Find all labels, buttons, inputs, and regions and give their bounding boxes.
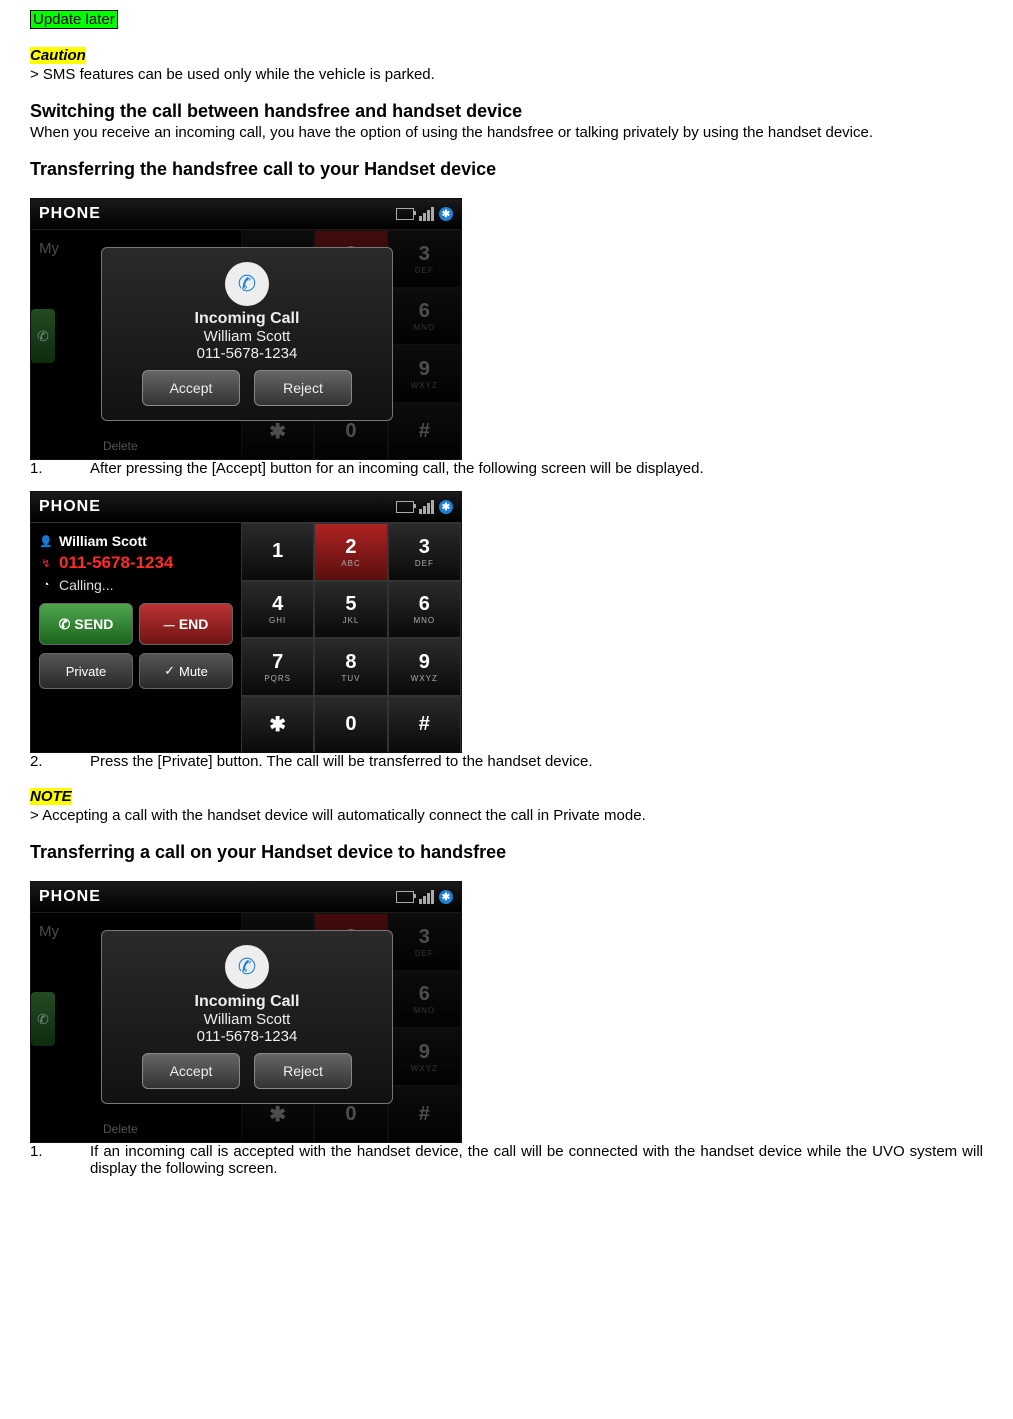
reject-button[interactable]: Reject [254, 1053, 352, 1089]
note-text: > Accepting a call with the handset devi… [30, 807, 983, 824]
keypad-key-6: 6MNO [388, 971, 461, 1029]
keypad-key-6: 6MNO [388, 288, 461, 346]
step-2-text: Press the [Private] button. The call wil… [90, 753, 593, 770]
list-number: 2. [30, 753, 90, 770]
keypad-key-3: 3DEF [388, 230, 461, 288]
bluetooth-icon: ✱ [439, 500, 453, 514]
keypad-key-✱[interactable]: ✱ [241, 696, 314, 754]
battery-icon [396, 501, 414, 513]
phone-icon: ✆ [225, 262, 269, 306]
keypad-key-6[interactable]: 6MNO [388, 581, 461, 639]
keypad-key-4[interactable]: 4GHI [241, 581, 314, 639]
phone-title: PHONE [39, 205, 101, 223]
check-icon: ✓ [164, 663, 175, 679]
accept-button[interactable]: Accept [142, 370, 240, 406]
mute-button[interactable]: ✓Mute [139, 653, 233, 689]
keypad-key-#: # [388, 1086, 461, 1144]
caution-text: > SMS features can be used only while th… [30, 66, 983, 83]
caller-number: 011-5678-1234 [59, 553, 173, 573]
send-button[interactable]: ✆SEND [39, 603, 133, 645]
signal-icon [419, 207, 434, 221]
status-bar: ✱ [396, 890, 453, 904]
list-number: 1. [30, 1143, 90, 1177]
keypad-key-9: 9WXYZ [388, 345, 461, 403]
keypad-key-#[interactable]: # [388, 696, 461, 754]
heading-transfer-to-handset: Transferring the handsfree call to your … [30, 159, 983, 180]
screenshot-live-call: PHONE ✱ 👤 William Scott ↯ 011-5678-1234 ◔ C… [30, 491, 462, 753]
caller-name: William Scott [59, 533, 147, 549]
keypad-key-9: 9WXYZ [388, 1028, 461, 1086]
battery-icon [396, 208, 414, 220]
phone-icon: ✆ [225, 945, 269, 989]
keypad-key-#: # [388, 403, 461, 461]
end-button[interactable]: ⏤END [139, 603, 233, 645]
status-bar: ✱ [396, 207, 453, 221]
caller-number: 011-5678-1234 [197, 345, 298, 362]
battery-icon [396, 891, 414, 903]
signal-icon [419, 500, 434, 514]
reject-button[interactable]: Reject [254, 370, 352, 406]
caller-number: 011-5678-1234 [197, 1028, 298, 1045]
note-heading: NOTE [30, 788, 72, 805]
incoming-call-dialog: ✆ Incoming Call William Scott 011-5678-1… [101, 930, 393, 1104]
keypad-key-0[interactable]: 0 [314, 696, 387, 754]
send-icon: ✆ [59, 616, 71, 633]
update-later-tag: Update later [30, 10, 118, 29]
incoming-call-label: Incoming Call [195, 310, 300, 328]
accept-button[interactable]: Accept [142, 1053, 240, 1089]
phone-title: PHONE [39, 888, 101, 906]
keypad[interactable]: 12ABC3DEF 4GHI5JKL6MNO 7PQRS8TUV9WXYZ ✱0# [241, 523, 461, 753]
step-b1-text: If an incoming call is accepted with the… [90, 1143, 983, 1177]
list-number: 1. [30, 460, 90, 477]
keypad-key-3[interactable]: 3DEF [388, 523, 461, 581]
signal-icon [419, 890, 434, 904]
caution-heading: Caution [30, 47, 86, 64]
end-icon: ⏤ [164, 616, 175, 633]
person-icon: 👤 [39, 534, 53, 548]
keypad-key-1[interactable]: 1 [241, 523, 314, 581]
keypad-key-5[interactable]: 5JKL [314, 581, 387, 639]
keypad-key-2[interactable]: 2ABC [314, 523, 387, 581]
screenshot-incoming-call-2: PHONE ✱ My 12ABC3DEF4GHI5JKL6MNO7PQRS8TU… [30, 881, 462, 1143]
keypad-key-9[interactable]: 9WXYZ [388, 638, 461, 696]
call-icon: ↯ [39, 556, 53, 570]
keypad-key-8[interactable]: 8TUV [314, 638, 387, 696]
caller-name: William Scott [204, 328, 291, 345]
screenshot-incoming-call-1: PHONE ✱ My 12ABC3DEF4GHI5JKL6MNO7PQRS8TU… [30, 198, 462, 460]
step-1-text: After pressing the [Accept] button for a… [90, 460, 704, 477]
incoming-call-dialog: ✆ Incoming Call William Scott 011-5678-1… [101, 247, 393, 421]
call-status: Calling... [59, 577, 113, 593]
keypad-key-3: 3DEF [388, 913, 461, 971]
phone-title: PHONE [39, 498, 101, 516]
private-button[interactable]: Private [39, 653, 133, 689]
bluetooth-icon: ✱ [439, 207, 453, 221]
caller-name: William Scott [204, 1011, 291, 1028]
heading-transfer-to-handsfree: Transferring a call on your Handset devi… [30, 842, 983, 863]
heading-switching: Switching the call between handsfree and… [30, 101, 983, 122]
status-bar: ✱ [396, 500, 453, 514]
keypad-key-7[interactable]: 7PQRS [241, 638, 314, 696]
incoming-call-label: Incoming Call [195, 993, 300, 1011]
bluetooth-icon: ✱ [439, 890, 453, 904]
paragraph-switching: When you receive an incoming call, you h… [30, 124, 983, 141]
clock-icon: ◔ [39, 578, 53, 592]
